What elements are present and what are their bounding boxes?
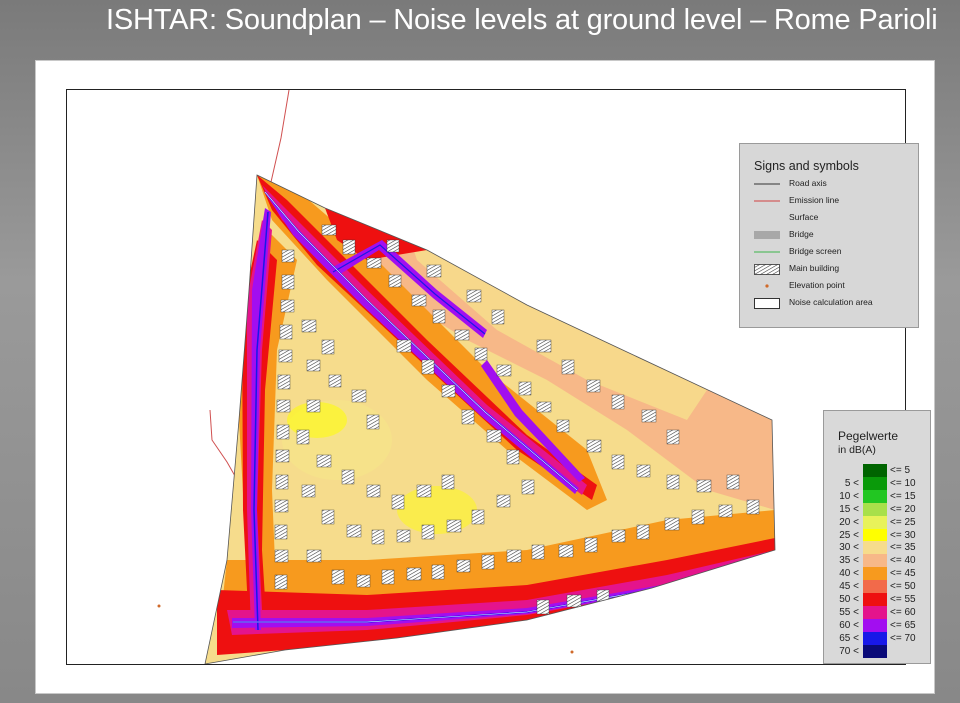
- sign-noise-calculation-area: Noise calculation area: [754, 296, 914, 310]
- legend-color-swatch: [863, 580, 887, 594]
- noise-area: [205, 175, 775, 664]
- sign-label: Road axis: [789, 178, 827, 188]
- sign-main-building: Main building: [754, 262, 914, 276]
- legend-lower-bound: 20 <: [839, 516, 859, 528]
- legend-row: 25 < <= 30: [824, 528, 930, 542]
- page-title: ISHTAR: Soundplan – Noise levels at grou…: [106, 4, 938, 36]
- legend-color-swatch: [863, 528, 887, 542]
- legend-row: 55 < <= 60: [824, 605, 930, 619]
- legend-lower-bound: 5 <: [844, 477, 859, 489]
- legend-upper-bound: <= 70: [890, 632, 916, 644]
- legend-lower-bound: 40 <: [839, 568, 859, 580]
- legend-lower-bound: 10 <: [839, 490, 859, 502]
- elevation-point: [157, 604, 161, 608]
- surface-icon: [754, 213, 780, 223]
- legend-color-swatch: [863, 593, 887, 606]
- signs-and-symbols-panel: Signs and symbols Road axis Emission lin…: [739, 143, 919, 328]
- legend-row: 50 < <= 55: [824, 593, 930, 606]
- map-frame: Signs and symbols Road axis Emission lin…: [66, 89, 931, 665]
- legend-lower-bound: 15 <: [839, 503, 859, 515]
- sign-road-axis: Road axis: [754, 177, 914, 191]
- emission-line-icon: [754, 196, 780, 206]
- legend-color-swatch: [863, 618, 887, 632]
- legend-upper-bound: <= 35: [890, 542, 916, 554]
- signs-heading: Signs and symbols: [754, 159, 859, 173]
- legend-color-swatch: [863, 502, 887, 516]
- legend-title: Pegelwerte: [838, 429, 899, 443]
- emission-line: [270, 90, 290, 183]
- legend-row: 70 <: [824, 644, 930, 658]
- sign-bridge: Bridge: [754, 228, 914, 242]
- legend-row: 65 < <= 70: [824, 631, 930, 645]
- legend-row: 20 < <= 25: [824, 515, 930, 529]
- road-axis-icon: [754, 179, 780, 189]
- legend-color-swatch: [863, 644, 887, 658]
- sign-label: Main building: [789, 263, 840, 273]
- main-building-icon: [754, 264, 780, 275]
- legend-upper-bound: <= 40: [890, 555, 916, 567]
- legend-upper-bound: <= 55: [890, 594, 916, 605]
- legend-lower-bound: 50 <: [839, 594, 859, 605]
- legend-lower-bound: 60 <: [839, 619, 859, 631]
- legend-color-swatch: [863, 631, 887, 645]
- legend-lower-bound: 65 <: [839, 632, 859, 644]
- sign-label: Emission line: [789, 195, 840, 205]
- sign-label: Elevation point: [789, 280, 845, 290]
- legend-lower-bound: 35 <: [839, 555, 859, 567]
- legend-row: 35 < <= 40: [824, 554, 930, 568]
- bridge-icon: [754, 230, 780, 240]
- sign-elevation-point: Elevation point: [754, 279, 914, 293]
- legend-upper-bound: <= 10: [890, 477, 916, 489]
- legend-upper-bound: <= 45: [890, 568, 916, 580]
- legend-color-swatch: [863, 464, 887, 477]
- legend-color-swatch: [863, 515, 887, 529]
- sign-bridge-screen: Bridge screen: [754, 245, 914, 259]
- legend-upper-bound: <= 20: [890, 503, 916, 515]
- sign-label: Surface: [789, 212, 819, 222]
- legend-color-swatch: [863, 541, 887, 555]
- legend-color-swatch: [863, 554, 887, 568]
- bridge-screen-icon: [754, 247, 780, 257]
- legend-row: 30 < <= 35: [824, 541, 930, 555]
- legend-upper-bound: <= 65: [890, 619, 916, 631]
- legend-lower-bound: 55 <: [839, 606, 859, 618]
- noise-level-legend: Pegelwerte in dB(A) <= 5 5 < <= 10 10 < <= 1…: [823, 410, 931, 664]
- sign-emission-line: Emission line: [754, 194, 914, 208]
- legend-upper-bound: <= 60: [890, 606, 916, 618]
- legend-row: 60 < <= 65: [824, 618, 930, 632]
- legend-upper-bound: <= 5: [890, 465, 911, 476]
- legend-row: 45 < <= 50: [824, 580, 930, 594]
- sign-label: Bridge: [789, 229, 814, 239]
- legend-upper-bound: <= 30: [890, 529, 916, 541]
- elevation-point-icon: [754, 281, 780, 291]
- sign-label: Bridge screen: [789, 246, 842, 256]
- legend-upper-bound: <= 25: [890, 516, 916, 528]
- legend-upper-bound: <= 50: [890, 581, 916, 593]
- legend-row: 15 < <= 20: [824, 502, 930, 516]
- legend-color-swatch: [863, 489, 887, 503]
- legend-lower-bound: 25 <: [839, 529, 859, 541]
- elevation-point: [570, 650, 574, 654]
- legend-lower-bound: 70 <: [839, 645, 859, 657]
- legend-row: 10 < <= 15: [824, 489, 930, 503]
- legend-row: <= 5: [824, 464, 930, 477]
- legend-color-swatch: [863, 605, 887, 619]
- sign-label: Noise calculation area: [789, 297, 873, 307]
- legend-lower-bound: 30 <: [839, 542, 859, 554]
- map-sheet: Signs and symbols Road axis Emission lin…: [35, 60, 935, 694]
- legend-color-swatch: [863, 567, 887, 581]
- calculation-area-icon: [754, 298, 780, 309]
- legend-color-swatch: [863, 476, 887, 490]
- legend-lower-bound: 45 <: [839, 581, 859, 593]
- legend-row: 40 < <= 45: [824, 567, 930, 581]
- legend-unit: in dB(A): [838, 444, 876, 456]
- legend-upper-bound: <= 15: [890, 490, 916, 502]
- sign-surface: Surface: [754, 211, 914, 225]
- legend-row: 5 < <= 10: [824, 476, 930, 490]
